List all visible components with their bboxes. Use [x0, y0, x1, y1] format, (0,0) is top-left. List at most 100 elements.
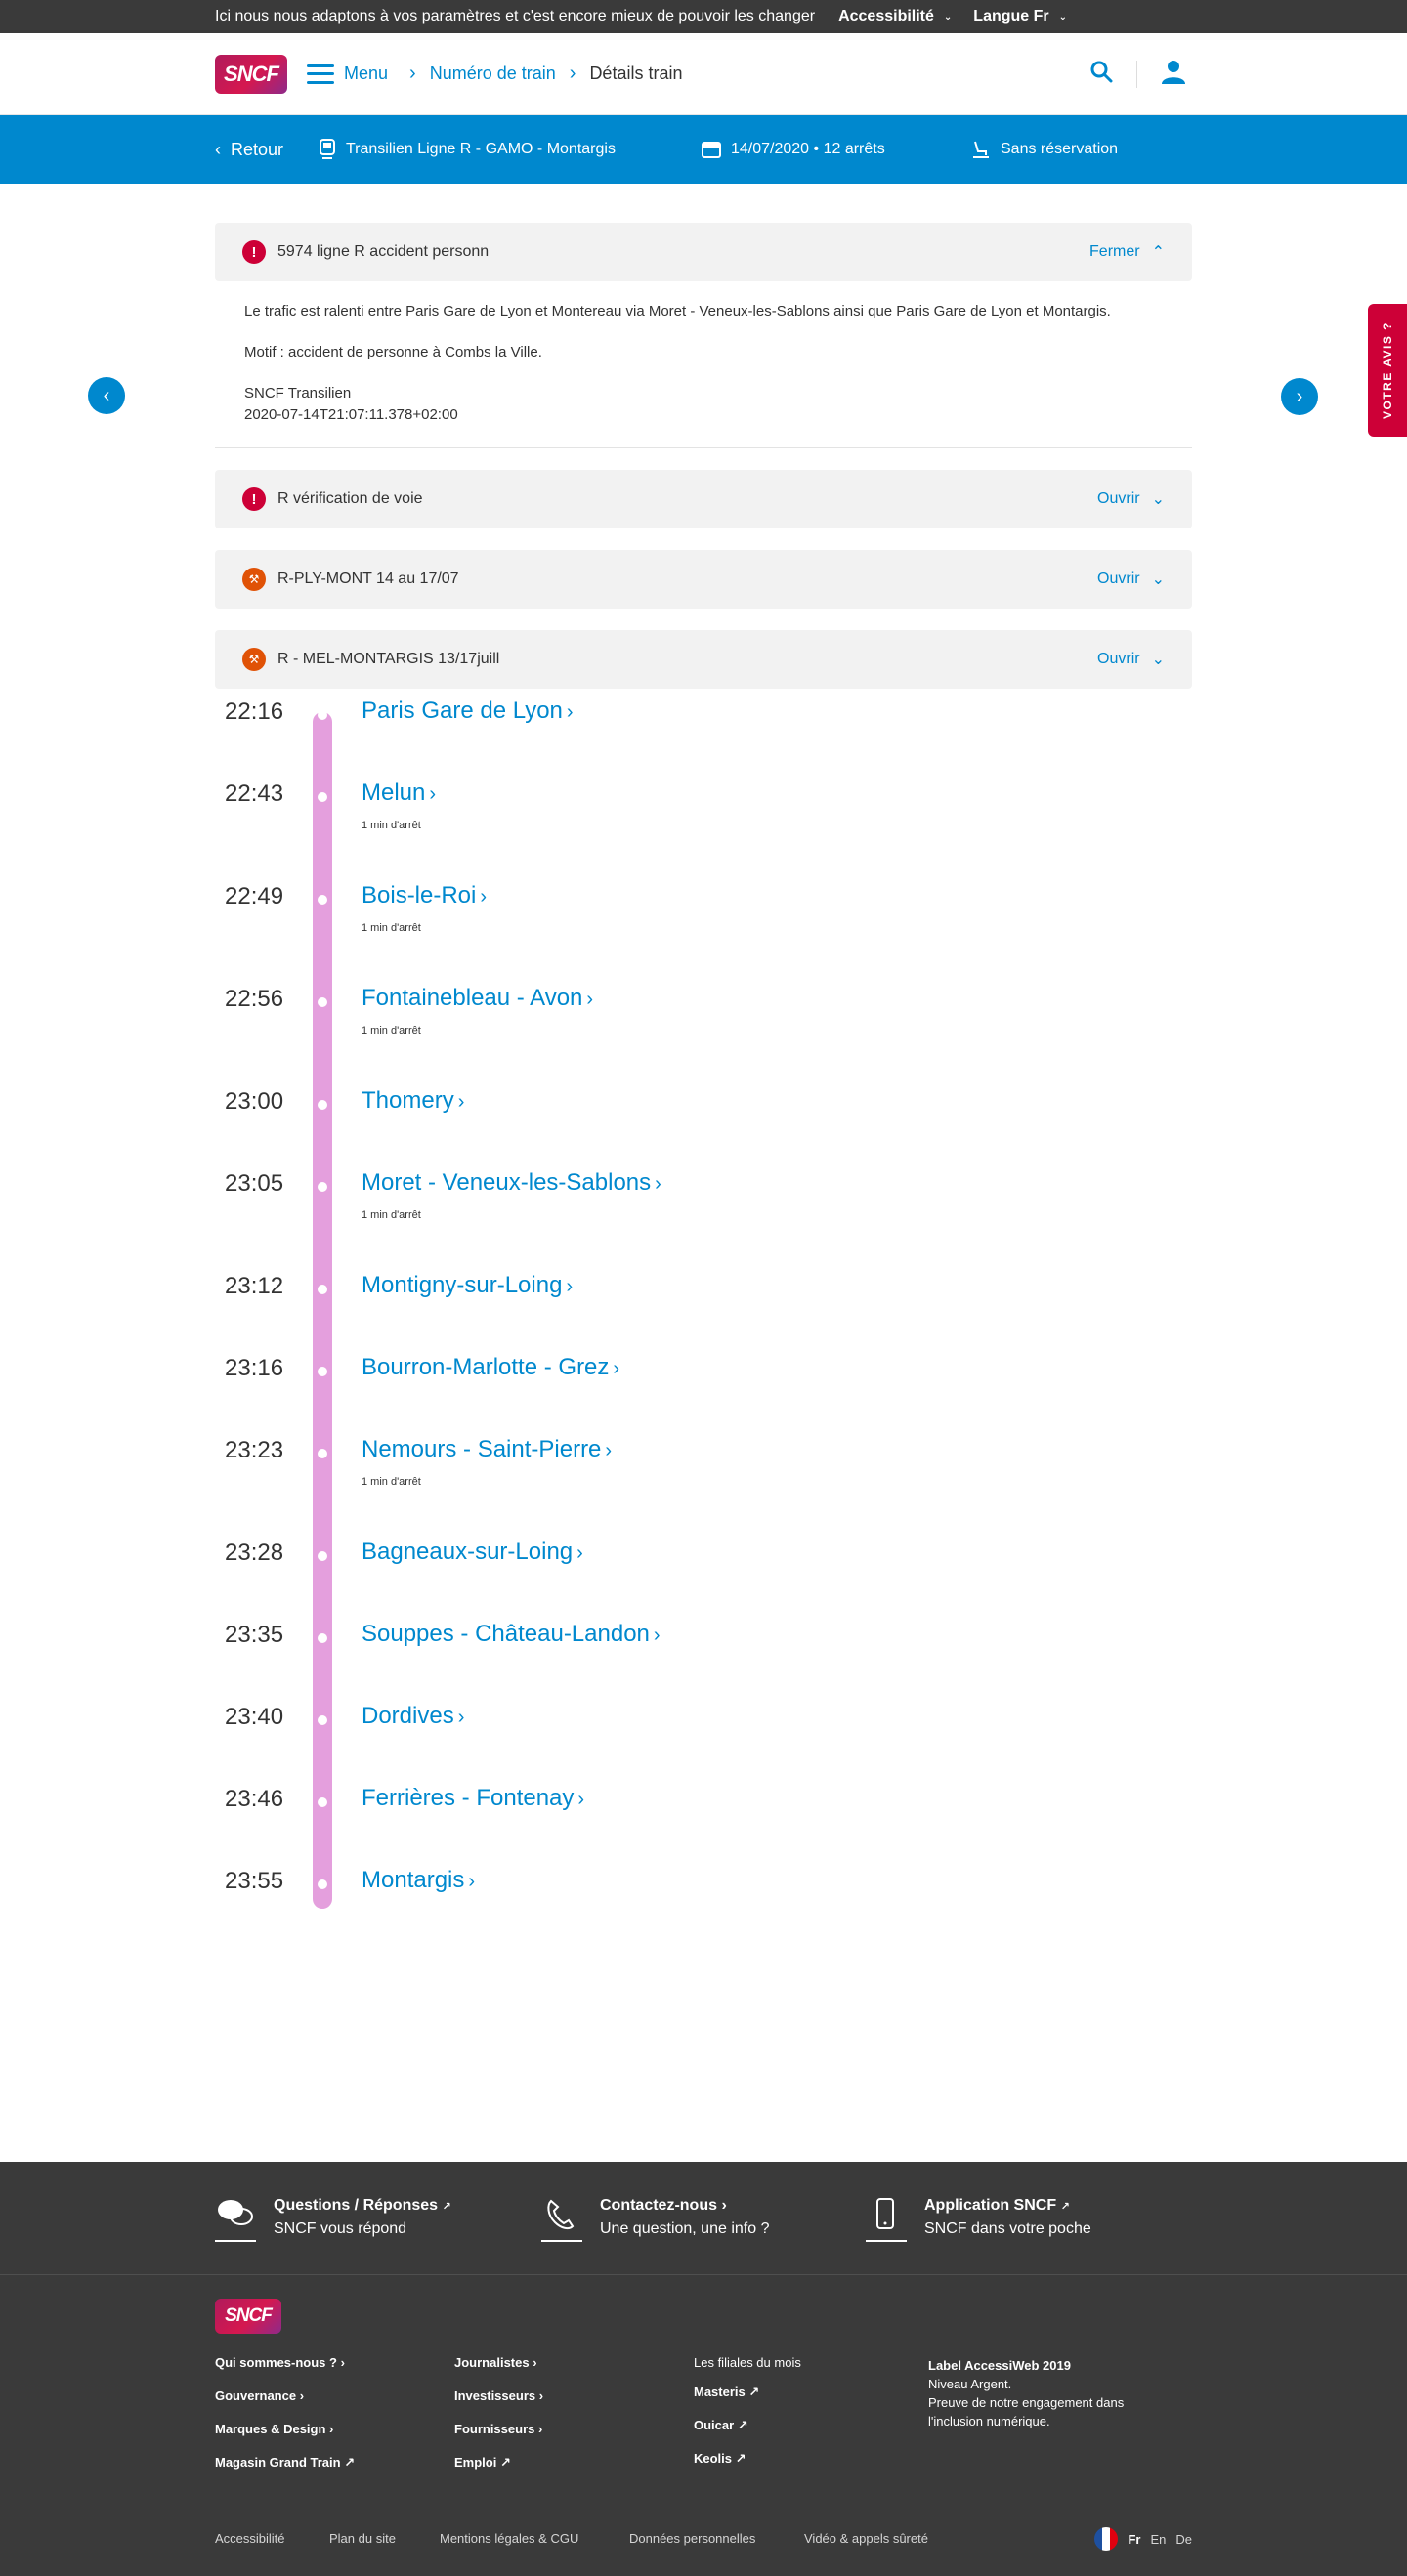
- stop-name-link[interactable]: Nemours - Saint-Pierre ›: [362, 1436, 612, 1463]
- accessibility-label: Accessibilité: [838, 8, 934, 24]
- search-icon[interactable]: [1089, 60, 1113, 88]
- stop-name-link[interactable]: Paris Gare de Lyon ›: [362, 697, 574, 725]
- legal-link[interactable]: Données personnelles: [629, 2531, 755, 2546]
- stop-name: Bagneaux-sur-Loing: [362, 1539, 574, 1565]
- stop-name: Paris Gare de Lyon: [362, 697, 563, 724]
- stop-name: Ferrières - Fontenay: [362, 1785, 575, 1811]
- language-option[interactable]: De: [1175, 2532, 1192, 2547]
- stop-name: Thomery: [362, 1087, 454, 1114]
- chevron-right-icon: ›: [457, 1707, 465, 1728]
- chevron-down-icon: ⌄: [943, 11, 953, 22]
- timeline-rail: [313, 712, 332, 1909]
- language-option[interactable]: En: [1150, 2532, 1166, 2547]
- stop-time: 23:12: [225, 1273, 284, 1299]
- alert-toggle-button[interactable]: Ouvrir ⌄: [1097, 570, 1165, 589]
- stop-name-link[interactable]: Souppes - Château-Landon ›: [362, 1621, 661, 1648]
- accessibility-bar: Ici nous nous adaptons à vos paramètres …: [0, 0, 1407, 33]
- footer-link[interactable]: Gouvernance: [215, 2388, 296, 2403]
- alert-toggle-button[interactable]: Fermer ⌃: [1089, 242, 1165, 262]
- stop-name-link[interactable]: Montargis ›: [362, 1867, 475, 1894]
- stop-name-link[interactable]: Thomery ›: [362, 1087, 464, 1115]
- stop-dot: [318, 1100, 327, 1110]
- faq-subtitle: SNCF vous répond: [274, 2220, 407, 2237]
- legal-link[interactable]: Plan du site: [329, 2531, 396, 2546]
- language-option[interactable]: Fr: [1128, 2532, 1140, 2547]
- breadcrumb-train-number[interactable]: Numéro de train: [430, 63, 556, 84]
- stop-name-link[interactable]: Ferrières - Fontenay ›: [362, 1785, 584, 1812]
- breadcrumb: › Numéro de train › Détails train: [409, 63, 682, 85]
- footer-link[interactable]: Ouicar: [694, 2418, 734, 2432]
- breadcrumb-current: Détails train: [589, 63, 683, 83]
- legal-link[interactable]: Accessibilité: [215, 2531, 285, 2546]
- chevron-right-icon: ›: [429, 783, 437, 805]
- stop-dot: [318, 1797, 327, 1807]
- footer-link[interactable]: Qui sommes-nous ?: [215, 2355, 337, 2370]
- app-link[interactable]: Application SNCF ↗ SNCF dans votre poche: [866, 2197, 1091, 2242]
- stop-time: 22:16: [225, 698, 284, 725]
- menu-button[interactable]: Menu: [307, 63, 388, 84]
- stop-name-link[interactable]: Dordives ›: [362, 1703, 464, 1730]
- faq-link[interactable]: Questions / Réponses ↗ SNCF vous répond: [215, 2197, 451, 2242]
- accessibility-dropdown[interactable]: Accessibilité ⌄: [838, 8, 952, 25]
- chat-icon: [215, 2197, 256, 2242]
- label-title: Label AccessiWeb 2019: [928, 2358, 1071, 2373]
- feedback-tab[interactable]: VOTRE AVIS ?: [1368, 304, 1407, 437]
- legal-link[interactable]: Vidéo & appels sûreté: [804, 2531, 928, 2546]
- legal-link[interactable]: Mentions légales & CGU: [440, 2531, 578, 2546]
- stop-name: Melun: [362, 780, 426, 806]
- chevron-down-icon: ⌄: [1058, 11, 1068, 22]
- alert-toggle-button[interactable]: Ouvrir ⌄: [1097, 489, 1165, 509]
- stop-name: Bourron-Marlotte - Grez: [362, 1354, 610, 1380]
- stop-dot: [318, 895, 327, 905]
- footer-link[interactable]: Magasin Grand Train: [215, 2455, 341, 2470]
- stop-name-link[interactable]: Bourron-Marlotte - Grez ›: [362, 1354, 619, 1381]
- stop-name-link[interactable]: Bois-le-Roi ›: [362, 882, 487, 909]
- mobile-icon: [866, 2197, 907, 2242]
- exclamation-icon: !: [242, 487, 266, 511]
- footer-link[interactable]: Keolis: [694, 2451, 732, 2466]
- account-icon[interactable]: [1161, 59, 1186, 89]
- phone-icon: [541, 2197, 582, 2242]
- alert-header[interactable]: ! R vérification de voie Ouvrir ⌄: [215, 470, 1192, 528]
- stop-time: 23:46: [225, 1786, 284, 1812]
- footer-link[interactable]: Journalistes: [454, 2355, 530, 2370]
- stop-time: 23:05: [225, 1170, 284, 1197]
- footer-link[interactable]: Investisseurs: [454, 2388, 535, 2403]
- previous-train-button[interactable]: ‹: [88, 377, 125, 414]
- chevron-right-icon: ›: [457, 1091, 465, 1113]
- back-button[interactable]: ‹ Retour: [215, 140, 283, 160]
- sncf-logo[interactable]: SNCF: [215, 54, 287, 94]
- footer-link[interactable]: Masteris: [694, 2385, 746, 2399]
- footer-link[interactable]: Marques & Design: [215, 2422, 325, 2436]
- stop-duration: 1 min d'arrêt: [362, 1476, 421, 1488]
- chevron-right-icon: ›: [613, 1358, 620, 1379]
- alert-header[interactable]: ! 5974 ligne R accident personn Fermer ⌃: [215, 223, 1192, 281]
- chevron-right-icon: ›: [576, 1542, 583, 1564]
- language-dropdown[interactable]: Langue Fr ⌄: [973, 8, 1067, 25]
- chevron-right-icon: ›: [468, 1871, 476, 1892]
- label-line: Niveau Argent.: [928, 2377, 1012, 2391]
- stop-name-link[interactable]: Melun ›: [362, 780, 436, 807]
- stop-time: 22:56: [225, 986, 284, 1012]
- next-train-button[interactable]: ›: [1281, 378, 1318, 415]
- footer-column-3: Les filiales du mois Masteris ↗ Ouicar ↗…: [694, 2355, 801, 2466]
- contact-subtitle: Une question, une info ?: [600, 2220, 770, 2237]
- stop-time: 23:23: [225, 1437, 284, 1463]
- alert-header[interactable]: ⚒ R-PLY-MONT 14 au 17/07 Ouvrir ⌄: [215, 550, 1192, 609]
- alert-toggle-button[interactable]: Ouvrir ⌄: [1097, 650, 1165, 669]
- contact-link[interactable]: Contactez-nous › Une question, une info …: [541, 2197, 770, 2242]
- stop-name-link[interactable]: Bagneaux-sur-Loing ›: [362, 1539, 583, 1566]
- footer-sncf-logo[interactable]: SNCF: [215, 2299, 281, 2334]
- chevron-down-icon: ⌄: [1151, 652, 1165, 668]
- footer-column-1: Qui sommes-nous ? › Gouvernance › Marque…: [215, 2355, 356, 2470]
- stop-time: 23:28: [225, 1540, 284, 1566]
- stop-name-link[interactable]: Montigny-sur-Loing ›: [362, 1272, 573, 1299]
- alert-details: Le trafic est ralenti entre Paris Gare d…: [215, 281, 1192, 448]
- menu-label: Menu: [344, 63, 389, 83]
- stop-name-link[interactable]: Fontainebleau - Avon ›: [362, 985, 593, 1012]
- stop-name-link[interactable]: Moret - Veneux-les-Sablons ›: [362, 1169, 661, 1197]
- footer-link[interactable]: Emploi: [454, 2455, 496, 2470]
- footer-link[interactable]: Fournisseurs: [454, 2422, 534, 2436]
- alert-header[interactable]: ⚒ R - MEL-MONTARGIS 13/17juill Ouvrir ⌄: [215, 630, 1192, 689]
- feedback-label: VOTRE AVIS ?: [1381, 320, 1395, 420]
